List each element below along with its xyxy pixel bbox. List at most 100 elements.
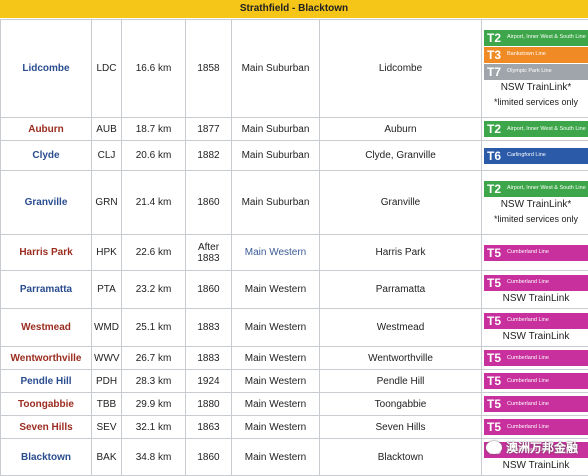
- line-description: Carlingford Line: [504, 148, 588, 164]
- station-distance: 18.7 km: [122, 118, 186, 141]
- station-opened: 1877: [186, 118, 232, 141]
- station-services: T5Cumberland LineNSW TrainLink: [482, 271, 588, 309]
- table-row: AuburnAUB18.7 km1877Main SuburbanAuburnT…: [1, 118, 588, 141]
- table-row: Harris ParkHPK22.6 kmAfter 1883Main West…: [1, 235, 588, 271]
- line-description: Cumberland Line: [504, 313, 588, 329]
- station-name[interactable]: Seven Hills: [1, 416, 92, 439]
- station-opened: 1860: [186, 271, 232, 309]
- line-badge-t3[interactable]: T3Bankstown Line: [484, 47, 588, 63]
- station-distance: 32.1 km: [122, 416, 186, 439]
- table-row: ClydeCLJ20.6 km1882Main SuburbanClyde, G…: [1, 141, 588, 171]
- station-suburb: Pendle Hill: [320, 370, 482, 393]
- station-opened: After 1883: [186, 235, 232, 271]
- table-row: Seven HillsSEV32.1 km1863Main WesternSev…: [1, 416, 588, 439]
- station-services: T5Cumberland Line: [482, 393, 588, 416]
- watermark-text: 澳洲万邦金融: [506, 439, 578, 456]
- line-badge-t2[interactable]: T2Airport, Inner West & South Line: [484, 121, 588, 137]
- line-badge-t6[interactable]: T6Carlingford Line: [484, 148, 588, 164]
- line-badge-t2[interactable]: T2Airport, Inner West & South Line: [484, 30, 588, 46]
- station-line: Main Western: [232, 347, 320, 370]
- station-services: T5Cumberland Line: [482, 347, 588, 370]
- station-distance: 29.9 km: [122, 393, 186, 416]
- station-name[interactable]: Auburn: [1, 118, 92, 141]
- trainlink-label: NSW TrainLink*: [484, 198, 588, 212]
- station-line: Main Western: [232, 416, 320, 439]
- line-description: Cumberland Line: [504, 396, 588, 412]
- station-suburb: Blacktown: [320, 439, 482, 476]
- station-code: BAK: [92, 439, 122, 476]
- station-suburb: Clyde, Granville: [320, 141, 482, 171]
- station-code: PDH: [92, 370, 122, 393]
- station-opened: 1860: [186, 171, 232, 235]
- line-code: T3: [484, 47, 504, 63]
- station-distance: 34.8 km: [122, 439, 186, 476]
- station-distance: 25.1 km: [122, 309, 186, 347]
- station-name[interactable]: Granville: [1, 171, 92, 235]
- line-code: T5: [484, 245, 504, 261]
- station-services: T6Carlingford Line: [482, 141, 588, 171]
- line-description: Airport, Inner West & South Line: [504, 30, 588, 46]
- station-code: LDC: [92, 20, 122, 118]
- station-name[interactable]: Pendle Hill: [1, 370, 92, 393]
- line-description: Airport, Inner West & South Line: [504, 181, 588, 197]
- line-badge-t5[interactable]: T5Cumberland Line: [484, 245, 588, 261]
- station-line: Main Suburban: [232, 141, 320, 171]
- station-suburb: Seven Hills: [320, 416, 482, 439]
- line-badge-t2[interactable]: T2Airport, Inner West & South Line: [484, 181, 588, 197]
- station-name[interactable]: Clyde: [1, 141, 92, 171]
- line-description: Cumberland Line: [504, 350, 588, 366]
- station-code: WMD: [92, 309, 122, 347]
- table-row: LidcombeLDC16.6 km1858Main SuburbanLidco…: [1, 20, 588, 118]
- station-suburb: Toongabbie: [320, 393, 482, 416]
- station-name[interactable]: Lidcombe: [1, 20, 92, 118]
- line-badge-t5[interactable]: T5Cumberland Line: [484, 373, 588, 389]
- station-name[interactable]: Parramatta: [1, 271, 92, 309]
- line-description: Bankstown Line: [504, 47, 588, 63]
- station-opened: 1880: [186, 393, 232, 416]
- line-code: T5: [484, 350, 504, 366]
- station-opened: 1883: [186, 309, 232, 347]
- station-name[interactable]: Westmead: [1, 309, 92, 347]
- station-opened: 1863: [186, 416, 232, 439]
- station-suburb: Harris Park: [320, 235, 482, 271]
- trainlink-label: NSW TrainLink*: [484, 81, 588, 95]
- station-services: T5Cumberland LineNSW TrainLink: [482, 309, 588, 347]
- table-row: ParramattaPTA23.2 km1860Main WesternParr…: [1, 271, 588, 309]
- station-services: T5Cumberland Line: [482, 370, 588, 393]
- station-code: TBB: [92, 393, 122, 416]
- line-badge-t5[interactable]: T5Cumberland Line: [484, 313, 588, 329]
- line-code: T5: [484, 275, 504, 291]
- line-code: T5: [484, 419, 504, 435]
- station-name[interactable]: Harris Park: [1, 235, 92, 271]
- line-description: Airport, Inner West & South Line: [504, 121, 588, 137]
- line-badge-t5[interactable]: T5Cumberland Line: [484, 275, 588, 291]
- line-badge-t5[interactable]: T5Cumberland Line: [484, 396, 588, 412]
- line-badge-t7[interactable]: T7Olympic Park Line: [484, 64, 588, 80]
- station-name[interactable]: Blacktown: [1, 439, 92, 476]
- table-row: ToongabbieTBB29.9 km1880Main WesternToon…: [1, 393, 588, 416]
- line-code: T2: [484, 181, 504, 197]
- station-suburb: Auburn: [320, 118, 482, 141]
- station-name[interactable]: Toongabbie: [1, 393, 92, 416]
- station-line: Main Western: [232, 439, 320, 476]
- station-distance: 20.6 km: [122, 141, 186, 171]
- line-code: T7: [484, 64, 504, 80]
- station-distance: 23.2 km: [122, 271, 186, 309]
- line-badge-t5[interactable]: T5Cumberland Line: [484, 419, 588, 435]
- station-distance: 16.6 km: [122, 20, 186, 118]
- station-suburb: Granville: [320, 171, 482, 235]
- station-name[interactable]: Wentworthville: [1, 347, 92, 370]
- station-opened: 1858: [186, 20, 232, 118]
- trainlink-label: NSW TrainLink: [484, 459, 588, 473]
- station-services: T2Airport, Inner West & South Line: [482, 118, 588, 141]
- line-badge-t5[interactable]: T5Cumberland Line: [484, 350, 588, 366]
- station-line[interactable]: Main Western: [232, 235, 320, 271]
- station-code: WWV: [92, 347, 122, 370]
- station-line: Main Western: [232, 370, 320, 393]
- service-note: *limited services only: [484, 212, 588, 226]
- station-suburb: Lidcombe: [320, 20, 482, 118]
- station-opened: 1924: [186, 370, 232, 393]
- section-header: Strathfield - Blacktown: [0, 0, 588, 18]
- station-code: SEV: [92, 416, 122, 439]
- line-description: Cumberland Line: [504, 419, 588, 435]
